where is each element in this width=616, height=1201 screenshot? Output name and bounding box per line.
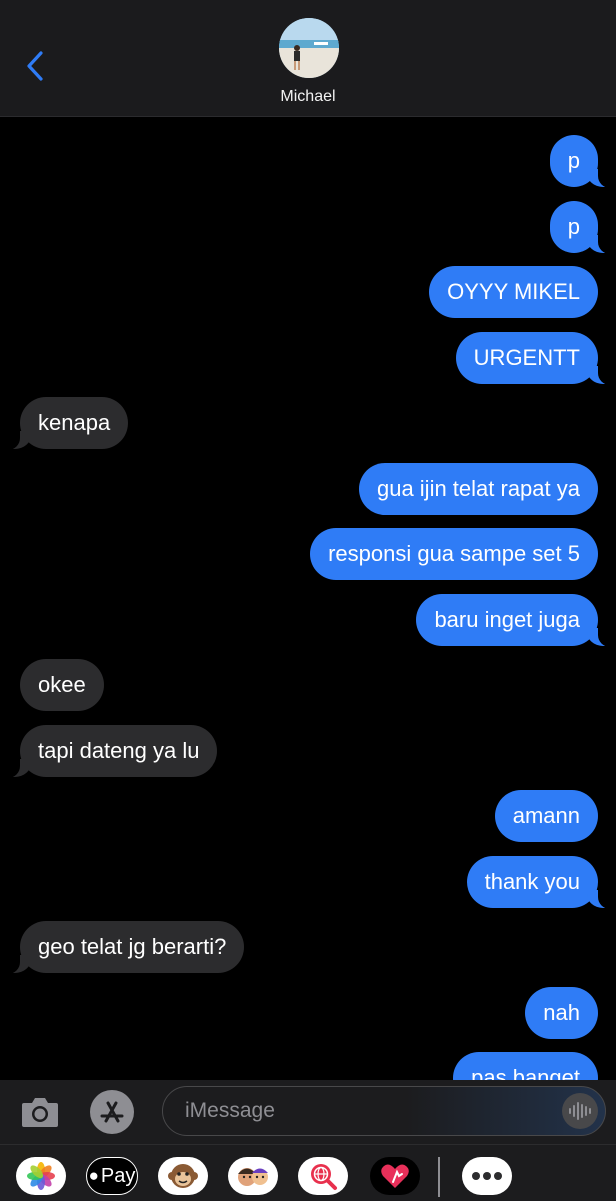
message-thread[interactable]: p p OYYY MIKEL URGENTT kenapa gua ijin telat …: [0, 117, 616, 1080]
message-text: pas banget: [471, 1065, 580, 1080]
sent-message-bubble[interactable]: nah: [525, 987, 598, 1039]
apple-pay-label: Pay: [100, 1164, 136, 1187]
message-text: geo telat jg berarti?: [38, 934, 227, 959]
sent-message-bubble[interactable]: responsi gua sampe set 5: [310, 528, 598, 580]
message-text: p: [567, 214, 580, 239]
digital-touch-button[interactable]: [370, 1157, 420, 1195]
apple-pay-button[interactable]: ● Pay: [86, 1157, 138, 1195]
more-apps-icon: [472, 1172, 502, 1180]
sent-message-bubble[interactable]: pas banget: [453, 1052, 598, 1080]
sent-message-bubble[interactable]: p: [549, 135, 616, 188]
received-message-bubble[interactable]: geo telat jg berarti?: [1, 921, 245, 974]
digital-touch-app-icon: [381, 1164, 409, 1188]
memoji-monkey-button[interactable]: [158, 1157, 208, 1195]
message-text: thank you: [484, 869, 580, 894]
sent-message-bubble[interactable]: URGENTT: [455, 332, 616, 385]
message-text: gua ijin telat rapat ya: [376, 476, 580, 501]
web-search-button[interactable]: [298, 1157, 348, 1195]
message-text: amann: [512, 803, 580, 828]
app-drawer: ● Pay: [0, 1144, 616, 1201]
memoji-monkey-app-icon: [168, 1164, 198, 1188]
audio-message-button[interactable]: [562, 1093, 598, 1129]
web-search-app-icon: [311, 1164, 337, 1190]
conversation-header: Michael: [0, 0, 616, 117]
message-text: kenapa: [38, 410, 111, 435]
app-drawer-divider: [438, 1157, 440, 1197]
sent-message-bubble[interactable]: thank you: [466, 856, 616, 909]
sent-message-bubble[interactable]: baru inget juga: [416, 594, 616, 647]
memoji-stickers-button[interactable]: [228, 1157, 278, 1195]
contact-avatar[interactable]: [279, 18, 339, 78]
camera-icon: [22, 1098, 58, 1127]
received-message-bubble[interactable]: kenapa: [1, 397, 129, 450]
message-text: okee: [38, 672, 86, 697]
message-text: OYYY MIKEL: [447, 279, 580, 304]
contact-name[interactable]: Michael: [0, 88, 616, 106]
photos-app-button[interactable]: [16, 1157, 66, 1195]
back-button[interactable]: [20, 46, 50, 86]
message-text: nah: [543, 1000, 580, 1025]
avatar-beach-photo: [279, 18, 339, 78]
chevron-left-icon: [27, 51, 43, 81]
sent-message-bubble[interactable]: amann: [494, 790, 598, 842]
sent-message-bubble[interactable]: p: [549, 201, 616, 254]
more-apps-button[interactable]: [462, 1157, 512, 1195]
audio-waveform-icon: [569, 1102, 591, 1120]
message-text: baru inget juga: [434, 607, 580, 632]
compose-bar: iMessage: [0, 1080, 616, 1144]
photos-app-icon: [27, 1162, 55, 1190]
sent-message-bubble[interactable]: gua ijin telat rapat ya: [358, 463, 598, 515]
received-message-bubble[interactable]: okee: [20, 659, 104, 711]
message-text: URGENTT: [473, 345, 580, 370]
message-text: responsi gua sampe set 5: [328, 541, 580, 566]
message-text: tapi dateng ya lu: [38, 738, 200, 763]
app-store-icon: [100, 1101, 124, 1123]
apple-logo-icon: ●: [88, 1166, 99, 1185]
camera-button[interactable]: [20, 1094, 60, 1130]
memoji-stickers-app-icon: [238, 1168, 268, 1186]
sent-message-bubble[interactable]: OYYY MIKEL: [429, 266, 598, 318]
received-message-bubble[interactable]: tapi dateng ya lu: [1, 725, 218, 778]
message-input[interactable]: iMessage: [162, 1086, 606, 1136]
app-store-button[interactable]: [90, 1090, 134, 1134]
message-text: p: [567, 148, 580, 173]
